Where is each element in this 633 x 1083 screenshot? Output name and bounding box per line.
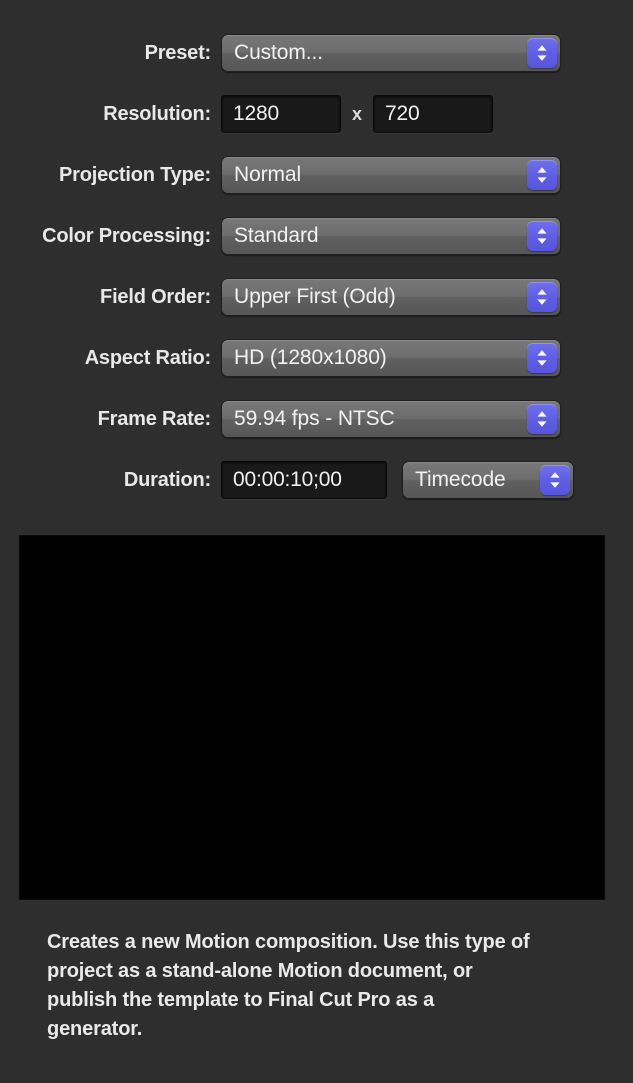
controls-preset: Custom... bbox=[221, 34, 561, 72]
row-projection-type: Projection Type: Normal bbox=[0, 155, 633, 195]
frame-rate-popup-button[interactable]: 59.94 fps - NTSC bbox=[221, 400, 561, 438]
row-resolution: Resolution: 1280 x 720 bbox=[0, 94, 633, 134]
chevron-up-down-icon[interactable] bbox=[527, 38, 557, 68]
frame-rate-popup-value: 59.94 fps - NTSC bbox=[234, 407, 395, 430]
controls-resolution: 1280 x 720 bbox=[221, 95, 493, 133]
preview-thumbnail bbox=[19, 535, 605, 900]
resolution-height-value: 720 bbox=[385, 102, 420, 125]
controls-color-processing: Standard bbox=[221, 217, 561, 255]
projection-type-popup-value: Normal bbox=[234, 163, 302, 186]
row-duration: Duration: 00:00:10;00 Timecode bbox=[0, 460, 633, 500]
row-frame-rate: Frame Rate: 59.94 fps - NTSC bbox=[0, 399, 633, 439]
row-color-processing: Color Processing: Standard bbox=[0, 216, 633, 256]
label-aspect-ratio: Aspect Ratio: bbox=[84, 346, 212, 369]
aspect-ratio-popup-value: HD (1280x1080) bbox=[234, 346, 387, 369]
preset-popup-value: Custom... bbox=[234, 41, 323, 64]
controls-projection-type: Normal bbox=[221, 156, 561, 194]
chevron-up-down-icon[interactable] bbox=[527, 282, 557, 312]
field-order-popup-value: Upper First (Odd) bbox=[234, 285, 396, 308]
resolution-separator: x bbox=[351, 103, 362, 124]
color-processing-popup-button[interactable]: Standard bbox=[221, 217, 561, 255]
chevron-up-down-icon[interactable] bbox=[540, 465, 570, 495]
row-preset: Preset: Custom... bbox=[0, 33, 633, 73]
project-settings-panel: Preset: Custom... Resolution: 1280 x 720… bbox=[0, 0, 633, 1083]
aspect-ratio-popup-button[interactable]: HD (1280x1080) bbox=[221, 339, 561, 377]
controls-duration: 00:00:10;00 Timecode bbox=[221, 461, 574, 499]
label-field-order: Field Order: bbox=[100, 285, 211, 308]
preset-popup-button[interactable]: Custom... bbox=[221, 34, 561, 72]
label-resolution: Resolution: bbox=[103, 102, 211, 125]
duration-value: 00:00:10;00 bbox=[233, 468, 342, 491]
field-order-popup-button[interactable]: Upper First (Odd) bbox=[221, 278, 561, 316]
projection-type-popup-button[interactable]: Normal bbox=[221, 156, 561, 194]
project-description: Creates a new Motion composition. Use th… bbox=[47, 931, 530, 1040]
controls-aspect-ratio: HD (1280x1080) bbox=[221, 339, 561, 377]
label-projection-type: Projection Type: bbox=[58, 163, 211, 186]
label-frame-rate: Frame Rate: bbox=[97, 407, 212, 430]
controls-frame-rate: 59.94 fps - NTSC bbox=[221, 400, 561, 438]
chevron-up-down-icon[interactable] bbox=[527, 160, 557, 190]
duration-unit-popup-button[interactable]: Timecode bbox=[402, 461, 574, 499]
settings-form: Preset: Custom... Resolution: 1280 x 720… bbox=[0, 33, 633, 521]
row-aspect-ratio: Aspect Ratio: HD (1280x1080) bbox=[0, 338, 633, 378]
label-preset: Preset: bbox=[144, 41, 212, 64]
label-duration: Duration: bbox=[123, 468, 211, 491]
chevron-up-down-icon[interactable] bbox=[527, 221, 557, 251]
controls-field-order: Upper First (Odd) bbox=[221, 278, 561, 316]
label-color-processing: Color Processing: bbox=[42, 224, 211, 247]
resolution-height-input[interactable]: 720 bbox=[373, 95, 493, 133]
resolution-width-input[interactable]: 1280 bbox=[221, 95, 341, 133]
duration-input[interactable]: 00:00:10;00 bbox=[221, 461, 387, 499]
row-field-order: Field Order: Upper First (Odd) bbox=[0, 277, 633, 317]
chevron-up-down-icon[interactable] bbox=[527, 404, 557, 434]
resolution-width-value: 1280 bbox=[233, 102, 279, 125]
chevron-up-down-icon[interactable] bbox=[527, 343, 557, 373]
color-processing-popup-value: Standard bbox=[234, 224, 319, 247]
